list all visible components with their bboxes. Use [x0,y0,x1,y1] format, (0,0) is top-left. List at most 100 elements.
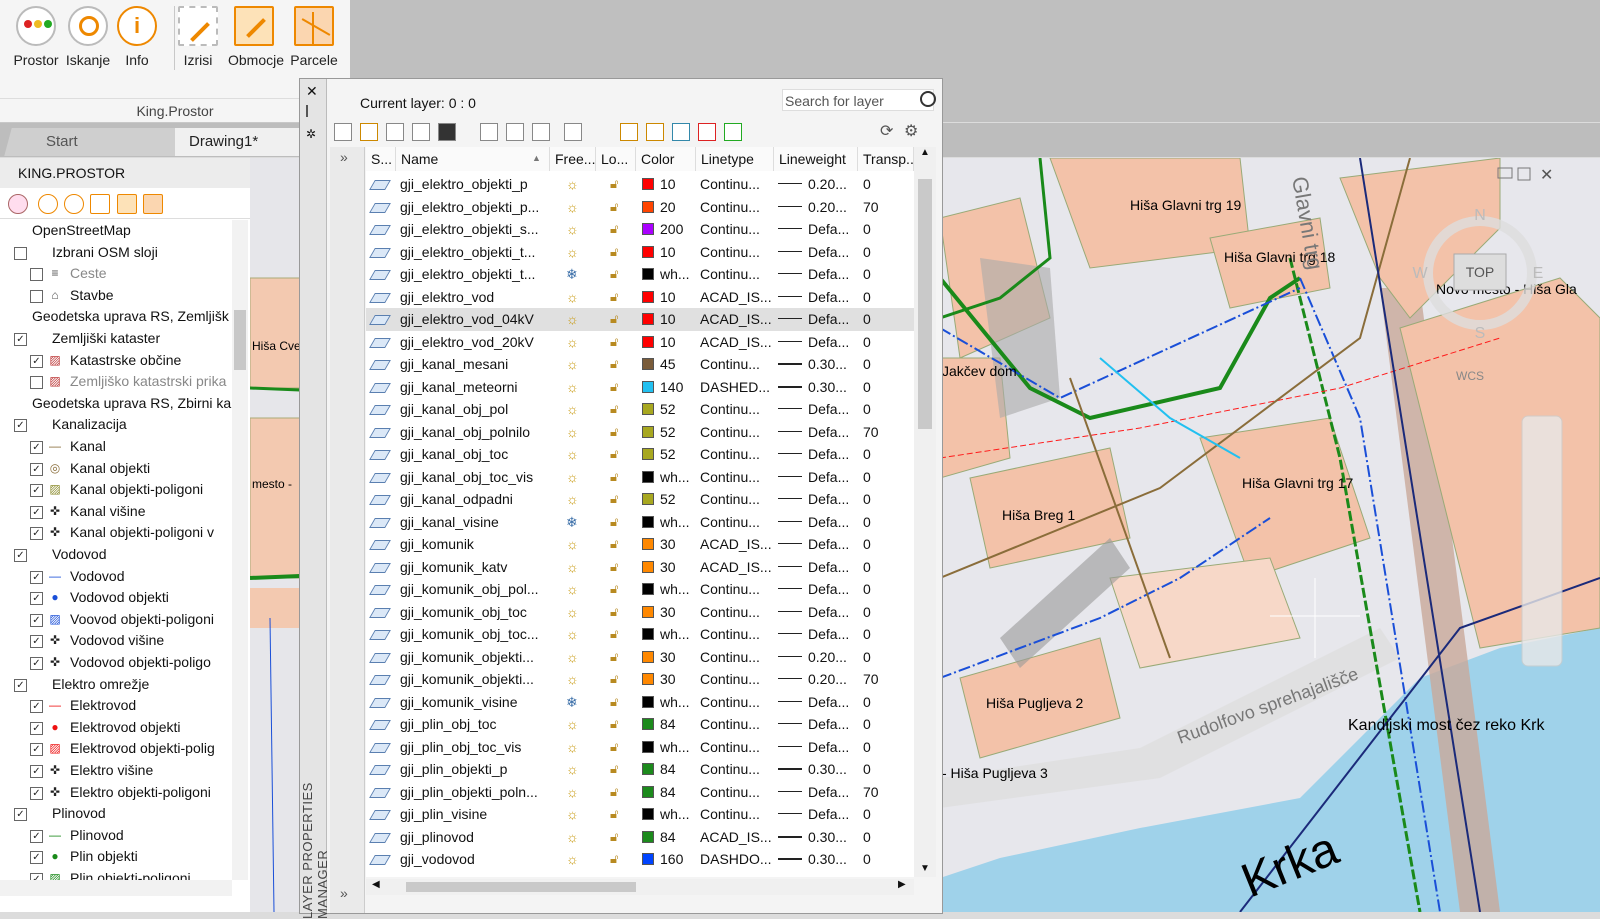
layer-status-icon[interactable] [369,405,391,415]
snowflake-icon[interactable]: ❄ [566,691,586,713]
tree-node[interactable]: ✓ Elektro omrežje [0,674,232,695]
obmocje-small-icon[interactable] [117,194,137,214]
info-button[interactable]: i Info [111,6,163,68]
tab-start[interactable]: Start [4,128,190,156]
color-swatch[interactable] [642,200,654,213]
layer-name[interactable]: gji_kanal_meteorni [400,376,550,398]
color-swatch[interactable] [642,178,654,190]
viewcube-east[interactable]: E [1533,265,1544,282]
layer-row[interactable]: gji_plinovod ☼ 🔓︎ 84 ACAD_IS... 0.30... 0 [366,826,914,849]
color-swatch[interactable] [642,313,654,325]
linetype-value[interactable]: Continu... [700,398,774,420]
transparency-value[interactable]: 70 [863,421,913,443]
color-swatch[interactable] [642,628,654,640]
sun-icon[interactable]: ☼ [566,488,586,510]
tree-vertical-scrollbar[interactable] [232,220,248,880]
layer-row[interactable]: gji_kanal_obj_polnilo ☼ 🔓︎ 52 Continu... Defa… [366,421,914,444]
transparency-value[interactable]: 0 [863,601,913,623]
linetype-value[interactable]: Continu... [700,241,774,263]
snowflake-icon[interactable]: ❄ [566,263,586,285]
color-swatch[interactable] [642,245,654,258]
parcele-button[interactable]: Parcele [288,6,340,68]
layer-name[interactable]: gji_kanal_visine [400,511,550,533]
unlock-icon[interactable]: 🔓︎ [610,601,628,623]
sun-icon[interactable]: ☼ [566,466,586,488]
transparency-value[interactable]: 0 [863,263,913,285]
tree-node[interactable]: ✓ — Plinovod [0,825,232,846]
set-current-icon[interactable] [724,123,742,141]
layer-row[interactable]: gji_plin_obj_toc ☼ 🔓︎ 84 Continu... Defa... 0 [366,713,914,736]
lineweight-value[interactable]: Defa... [808,263,858,285]
column-header[interactable]: S... [366,147,396,171]
expand-filter-icon[interactable]: » [340,149,348,165]
layer-status-icon[interactable] [369,450,391,460]
color-swatch[interactable] [642,425,654,438]
sun-icon[interactable]: ☼ [566,668,586,690]
layer-row[interactable]: gji_komunik_objekti... ☼ 🔓︎ 30 Continu... 0.2… [366,646,914,669]
layer-row[interactable]: gji_elektro_objekti_t... ☼ 🔓︎ 10 Continu... D… [366,241,914,264]
lineweight-value[interactable]: Defa... [808,578,858,600]
lineweight-value[interactable]: Defa... [808,556,858,578]
transparency-value[interactable]: 0 [863,803,913,825]
layer-checkbox[interactable]: ✓ [30,743,43,757]
viewcube-north[interactable]: N [1474,207,1486,224]
transparency-value[interactable]: 70 [863,668,913,690]
sun-icon[interactable]: ☼ [566,443,586,465]
layer-checkbox[interactable] [14,246,27,260]
transparency-value[interactable]: 0 [863,353,913,375]
transparency-value[interactable]: 0 [863,691,913,713]
layer-checkbox[interactable]: ✓ [30,851,43,865]
layer-status-icon[interactable] [369,315,391,325]
tree-node[interactable]: ✓ ▨ Elektrovod objekti-polig [0,738,232,759]
unlock-icon[interactable]: 🔓︎ [610,556,628,578]
layer-walk-icon[interactable] [672,123,690,141]
transparency-value[interactable]: 0 [863,556,913,578]
tree-node[interactable]: ⌂ Stavbe [0,285,232,306]
layer-import-icon[interactable] [412,123,430,141]
lineweight-value[interactable]: 0.20... [808,668,858,690]
scroll-up-icon[interactable]: ▲ [920,147,930,158]
layer-status-icon[interactable] [369,202,391,213]
lineweight-value[interactable]: 0.30... [808,758,858,780]
layer-status-icon[interactable] [369,720,391,730]
layer-status-icon[interactable] [369,652,391,663]
delete-layer-icon[interactable] [698,123,716,141]
lineweight-value[interactable]: Defa... [808,803,858,825]
layer-status-icon[interactable] [369,427,391,438]
layer-row[interactable]: gji_plin_obj_toc_vis ☼ 🔓︎ wh... Continu... De… [366,736,914,759]
sun-icon[interactable]: ☼ [566,173,586,195]
transparency-value[interactable]: 0 [863,736,913,758]
layer-row[interactable]: gji_kanal_mesani ☼ 🔓︎ 45 Continu... 0.30... 0 [366,353,914,376]
transparency-value[interactable]: 0 [863,713,913,735]
color-swatch[interactable] [642,853,654,865]
layer-name[interactable]: gji_kanal_obj_toc_vis [400,466,550,488]
layer-row[interactable]: gji_kanal_obj_toc_vis ☼ 🔓︎ wh... Continu... D… [366,466,914,489]
autohide-icon[interactable] [306,105,320,117]
new-layer-icon[interactable] [620,123,638,141]
column-header[interactable]: Transp... [858,147,914,171]
linetype-value[interactable]: Continu... [700,623,774,645]
column-header[interactable]: Color [636,147,696,171]
linetype-value[interactable]: Continu... [700,263,774,285]
layer-status-icon[interactable] [369,607,391,618]
lineweight-value[interactable]: Defa... [808,533,858,555]
color-swatch[interactable] [642,358,654,370]
lineweight-value[interactable]: Defa... [808,601,858,623]
transparency-value[interactable]: 0 [863,466,913,488]
transparency-value[interactable]: 70 [863,196,913,218]
column-header[interactable]: Free... [550,147,596,171]
sun-icon[interactable]: ☼ [566,398,586,420]
expand-filter-bottom-icon[interactable]: » [340,885,348,901]
tree-node[interactable]: ✓ Zemljiški kataster [0,328,232,349]
layer-status-icon[interactable] [369,675,391,685]
transparency-value[interactable]: 0 [863,826,913,848]
linetype-value[interactable]: Continu... [700,646,774,668]
tree-node[interactable]: ✓ — Elektrovod [0,695,232,716]
layer-name[interactable]: gji_elektro_objekti_s... [400,218,550,240]
unlock-icon[interactable]: 🔓︎ [610,466,628,488]
layer-states-icon[interactable] [386,123,404,141]
layer-name[interactable]: gji_kanal_obj_toc [400,443,550,465]
unlock-icon[interactable]: 🔓︎ [610,511,628,533]
layer-status-icon[interactable] [369,855,391,865]
linetype-value[interactable]: Continu... [700,803,774,825]
